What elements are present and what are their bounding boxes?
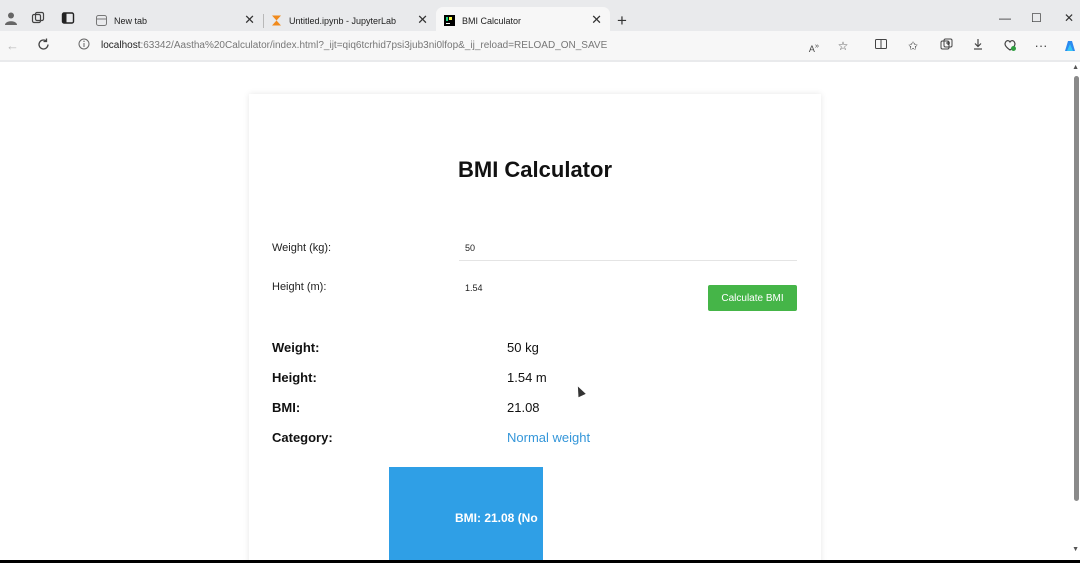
- calculator-card: BMI Calculator Weight (kg): Height (m): …: [249, 94, 821, 560]
- page-scrollbar[interactable]: ▲ ▼: [1072, 62, 1080, 560]
- scroll-down-icon[interactable]: ▼: [1072, 546, 1079, 553]
- browser-essentials-icon[interactable]: [1002, 38, 1018, 54]
- result-weight-value: 50 kg: [507, 340, 539, 355]
- tab-jupyterlab[interactable]: Untitled.ipynb - JupyterLab ✕: [263, 7, 437, 34]
- minimize-button[interactable]: —: [999, 11, 1011, 25]
- tab-title: New tab: [114, 16, 148, 26]
- result-height-value: 1.54 m: [507, 370, 547, 385]
- result-category-value: Normal weight: [507, 430, 591, 445]
- result-height-label: Height:: [272, 370, 317, 385]
- close-tab-icon[interactable]: ✕: [591, 13, 602, 27]
- profile-icon[interactable]: [3, 11, 19, 27]
- split-screen-icon[interactable]: [873, 38, 889, 54]
- scroll-thumb[interactable]: [1074, 76, 1079, 501]
- workspaces-icon[interactable]: [30, 11, 46, 27]
- close-tab-icon[interactable]: ✕: [417, 13, 428, 27]
- height-label: Height (m):: [272, 281, 327, 293]
- collections-icon[interactable]: [938, 38, 954, 54]
- tab-strip: New tab ✕ Untitled.ipynb - JupyterLab ✕ …: [0, 3, 1080, 34]
- scroll-up-icon[interactable]: ▲: [1072, 64, 1079, 71]
- result-bmi-value: 21.08: [507, 400, 540, 415]
- url-path: :63342/Aastha%20Calculator/index.html?_i…: [140, 40, 608, 51]
- close-window-button[interactable]: ✕: [1064, 11, 1074, 25]
- tab-title: BMI Calculator: [462, 16, 522, 26]
- result-category-label: Category:: [272, 430, 333, 445]
- tab-title: Untitled.ipynb - JupyterLab: [289, 16, 397, 26]
- calculate-bmi-button[interactable]: Calculate BMI: [708, 285, 797, 311]
- new-tab-button[interactable]: +: [617, 12, 627, 29]
- page-viewport: BMI Calculator Weight (kg): Height (m): …: [0, 62, 1080, 560]
- refresh-icon[interactable]: [37, 38, 50, 54]
- site-info-icon[interactable]: [78, 38, 90, 53]
- read-aloud-icon[interactable]: A»: [806, 38, 822, 54]
- favorite-star-icon[interactable]: ☆: [835, 38, 851, 54]
- new-tab-page-icon: [96, 15, 107, 26]
- maximize-button[interactable]: ☐: [1031, 11, 1042, 25]
- result-weight-label: Weight:: [272, 340, 320, 355]
- tab-new-tab[interactable]: New tab ✕: [88, 7, 264, 34]
- bmi-result-bar: BMI: 21.08 (No: [389, 467, 543, 560]
- hourglass-icon: [271, 15, 282, 26]
- downloads-icon[interactable]: [970, 38, 986, 54]
- browser-chrome: New tab ✕ Untitled.ipynb - JupyterLab ✕ …: [0, 0, 1080, 62]
- url-host: localhost: [101, 40, 141, 51]
- bmi-result-text: BMI: 21.08 (No: [455, 511, 538, 525]
- address-toolbar: ← localhost:63342/Aastha%20Calculator/in…: [0, 31, 1080, 60]
- result-bmi-label: BMI:: [272, 400, 301, 415]
- pycharm-icon: [444, 15, 455, 26]
- settings-more-icon[interactable]: ···: [1033, 38, 1049, 54]
- page-title: BMI Calculator: [457, 157, 613, 182]
- copilot-icon[interactable]: [1062, 38, 1078, 54]
- favorites-icon[interactable]: ✩: [905, 38, 921, 54]
- tab-actions-icon[interactable]: [60, 11, 76, 27]
- close-tab-icon[interactable]: ✕: [244, 13, 255, 27]
- back-arrow-icon[interactable]: ←: [6, 38, 19, 53]
- weight-input[interactable]: [459, 236, 797, 261]
- address-bar-url[interactable]: localhost:63342/Aastha%20Calculator/inde…: [101, 40, 607, 51]
- tab-bmi-calculator[interactable]: BMI Calculator ✕: [436, 7, 610, 34]
- weight-label: Weight (kg):: [272, 242, 332, 254]
